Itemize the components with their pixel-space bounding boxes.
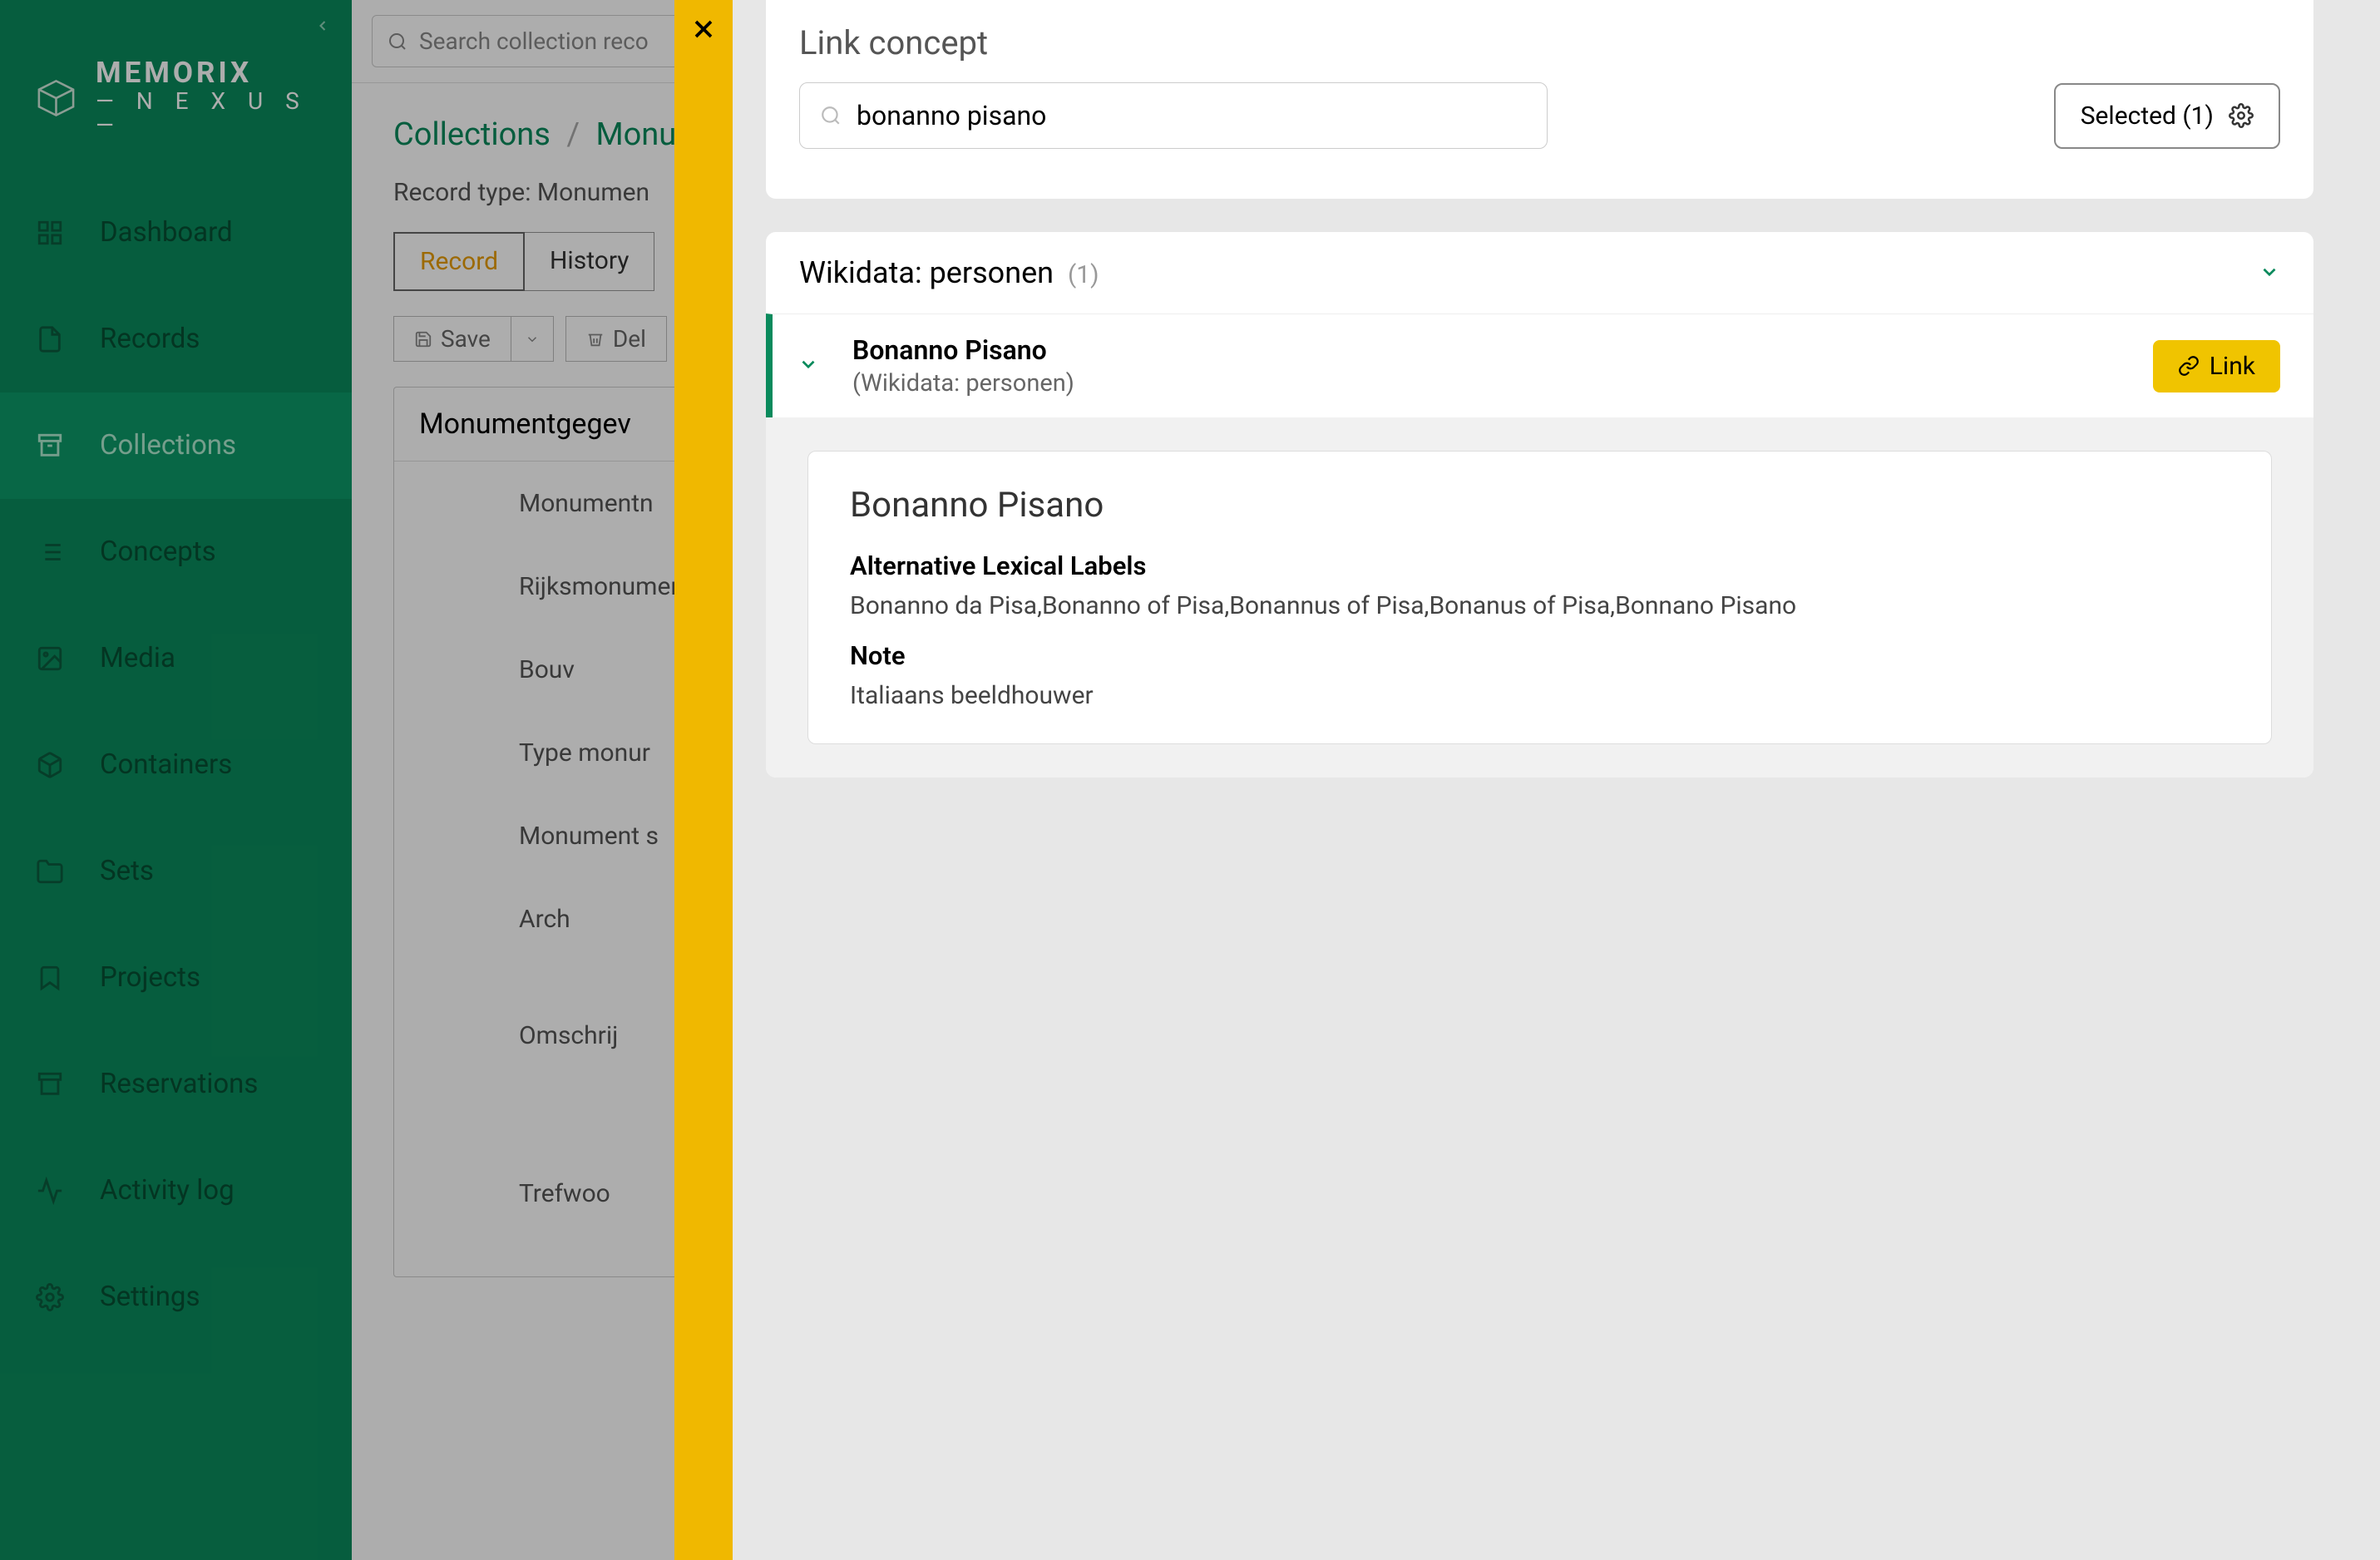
sidebar-item-dashboard[interactable]: Dashboard	[0, 180, 352, 286]
logo-icon	[33, 73, 79, 123]
sidebar-item-sets[interactable]: Sets	[0, 818, 352, 925]
panel-close-bar	[674, 0, 733, 1560]
sidebar-item-label: Activity log	[100, 1174, 235, 1207]
bookmark-icon	[33, 964, 67, 992]
sidebar-item-label: Records	[100, 323, 200, 355]
list-icon	[33, 538, 67, 566]
sidebar-item-label: Projects	[100, 961, 200, 994]
sidebar-item-label: Containers	[100, 748, 232, 781]
breadcrumb-root[interactable]: Collections	[393, 116, 551, 153]
search-icon	[820, 105, 842, 126]
detail-alt-label: Alternative Lexical Labels	[850, 550, 2229, 581]
sidebar-item-label: Collections	[100, 429, 236, 462]
result-item-sub: (Wikidata: personen)	[852, 369, 1074, 397]
result-item[interactable]: Bonanno Pisano (Wikidata: personen) Link	[766, 313, 2313, 417]
result-source-header[interactable]: Wikidata: personen (1)	[766, 232, 2313, 313]
link-button[interactable]: Link	[2153, 340, 2280, 392]
delete-button[interactable]: Del	[565, 316, 667, 362]
sidebar-item-records[interactable]: Records	[0, 286, 352, 392]
folder-icon	[33, 857, 67, 886]
save-button[interactable]: Save	[393, 316, 511, 362]
sidebar-item-projects[interactable]: Projects	[0, 925, 352, 1031]
brand-sub: — N E X U S —	[96, 89, 327, 138]
link-concept-panel: Link concept bonanno pisano Selected (1)…	[733, 0, 2380, 1560]
sidebar-item-settings[interactable]: Settings	[0, 1244, 352, 1350]
result-source-label: Wikidata: personen	[799, 255, 1054, 290]
sidebar-item-label: Settings	[100, 1281, 200, 1313]
breadcrumb-current[interactable]: Monu	[595, 116, 676, 153]
sidebar-item-media[interactable]: Media	[0, 605, 352, 712]
breadcrumb-separator: /	[566, 116, 580, 153]
detail-alt-values: Bonanno da Pisa,Bonanno of Pisa,Bonannus…	[850, 591, 2229, 620]
detail-note-value: Italiaans beeldhouwer	[850, 681, 2229, 710]
gear-icon	[2229, 103, 2254, 128]
save-icon	[414, 330, 432, 348]
image-icon	[33, 644, 67, 673]
brand-name: MEMORIX	[96, 58, 327, 89]
dashboard-icon	[33, 219, 67, 247]
detail-title: Bonanno Pisano	[850, 485, 2229, 526]
trash-icon	[586, 330, 605, 348]
selected-button[interactable]: Selected (1)	[2054, 83, 2280, 149]
result-item-name: Bonanno Pisano	[852, 334, 1074, 366]
panel-title: Link concept	[799, 23, 2280, 62]
sidebar-item-containers[interactable]: Containers	[0, 712, 352, 818]
activity-icon	[33, 1177, 67, 1205]
link-icon	[2178, 355, 2200, 377]
concept-search-value: bonanno pisano	[857, 100, 1046, 131]
save-dropdown[interactable]	[511, 316, 554, 362]
tab-history[interactable]: History	[525, 232, 654, 291]
detail-note-label: Note	[850, 640, 2229, 671]
search-icon	[388, 32, 407, 52]
archive-icon	[33, 432, 67, 460]
sidebar-collapse-button[interactable]	[312, 15, 333, 37]
sidebar-item-label: Concepts	[100, 536, 216, 568]
result-source-count: (1)	[1068, 260, 1099, 289]
concept-search-input[interactable]: bonanno pisano	[799, 82, 1548, 149]
result-detail: Bonanno Pisano Alternative Lexical Label…	[766, 417, 2313, 778]
tab-record[interactable]: Record	[393, 232, 525, 291]
sidebar-item-label: Reservations	[100, 1068, 258, 1100]
app-logo: MEMORIX — N E X U S —	[0, 0, 352, 180]
sidebar-item-concepts[interactable]: Concepts	[0, 499, 352, 605]
chevron-down-icon	[2259, 255, 2280, 290]
file-icon	[33, 325, 67, 353]
gear-icon	[33, 1283, 67, 1311]
box-icon	[33, 751, 67, 779]
sidebar-item-label: Dashboard	[100, 216, 233, 249]
sidebar-item-reservations[interactable]: Reservations	[0, 1031, 352, 1138]
sidebar-item-label: Sets	[100, 855, 154, 887]
chevron-down-icon	[525, 332, 540, 347]
sidebar-item-collections[interactable]: Collections	[0, 392, 352, 499]
sidebar-item-label: Media	[100, 642, 175, 674]
close-icon	[689, 14, 718, 44]
inbox-icon	[33, 1070, 67, 1098]
close-panel-button[interactable]	[674, 0, 733, 58]
sidebar: MEMORIX — N E X U S — Dashboard Records …	[0, 0, 352, 1560]
chevron-down-icon	[797, 353, 819, 378]
search-placeholder: Search collection reco	[419, 27, 649, 55]
sidebar-item-activity-log[interactable]: Activity log	[0, 1138, 352, 1244]
